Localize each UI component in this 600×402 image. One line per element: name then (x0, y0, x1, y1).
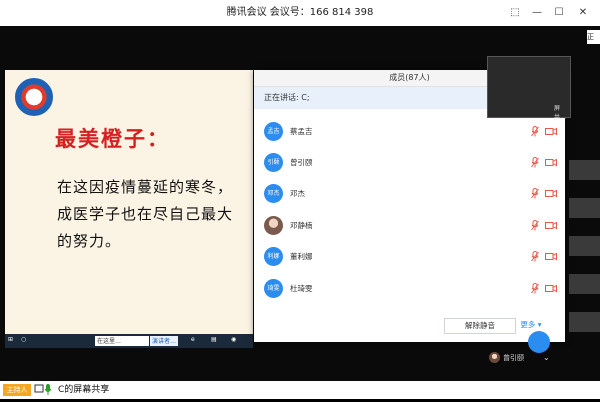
member-name: 杜琦雯 (290, 284, 313, 293)
search-icon: ○ (21, 336, 27, 343)
more-button[interactable]: 更多 ▾ (516, 318, 546, 332)
ie-icon: e (191, 336, 195, 343)
mic-muted-icon[interactable] (531, 157, 539, 168)
member-name: 董利娜 (290, 252, 313, 261)
member-photo-avatar (264, 216, 283, 235)
gallery-tile[interactable] (569, 198, 600, 218)
member-row[interactable]: 利娜 董利娜 (254, 242, 565, 272)
user-name: 曾引颐 (503, 354, 524, 362)
member-row[interactable]: 琦雯 杜琦雯 (254, 274, 565, 304)
member-avatar: 邓杰 (264, 184, 283, 203)
member-name: 邓杰 (290, 189, 305, 198)
taskbar-pill: 演讲者… (150, 336, 178, 346)
chrome-icon: ◉ (231, 336, 237, 343)
member-avatar: 引颐 (264, 153, 283, 172)
gallery-tile[interactable] (569, 274, 600, 294)
close-button[interactable]: ✕ (572, 0, 594, 26)
camera-off-icon[interactable] (545, 221, 557, 230)
member-avatar: 利娜 (264, 247, 283, 266)
pin-button[interactable]: ⬚ (504, 0, 526, 26)
restore-button[interactable]: ☐ (548, 0, 570, 26)
user-avatar (489, 352, 500, 363)
current-user-chip[interactable]: 曾引颐 ⌄ (487, 350, 587, 366)
windows-start-icon: ⊞ (8, 336, 14, 343)
minimize-button[interactable]: — (526, 0, 548, 26)
member-name: 邓静楠 (290, 221, 313, 230)
mic-muted-icon[interactable] (531, 188, 539, 199)
taskbar-search-box: 在这里… (95, 336, 149, 346)
camera-off-icon[interactable] (545, 158, 557, 167)
screen-share-status: C的屏幕共享 (58, 385, 110, 395)
camera-off-icon[interactable] (545, 127, 557, 136)
window-titlebar: 腾讯会议 会议号：166 814 398 ⬚ — ☐ ✕ (0, 0, 600, 26)
school-logo (15, 78, 53, 116)
gallery-tile[interactable] (569, 160, 600, 180)
unmute-all-button[interactable]: 解除静音 (444, 318, 516, 334)
member-row[interactable]: 孟吉 蔡孟吉 (254, 117, 565, 147)
shared-taskbar: ⊞ ○ 在这里… 演讲者… e ▤ ◉ (5, 334, 253, 348)
thumbnail-caption: 屏共… (554, 105, 567, 121)
gallery-tile[interactable] (569, 236, 600, 256)
status-bar: 主持人 C的屏幕共享 (0, 381, 600, 399)
share-tab-label[interactable]: 正 (587, 30, 600, 44)
mic-muted-icon[interactable] (531, 126, 539, 137)
gallery-tile[interactable] (569, 312, 600, 332)
member-row[interactable]: 引颐 曾引颐 (254, 148, 565, 178)
mic-muted-icon[interactable] (531, 251, 539, 262)
member-row[interactable]: 邓杰 邓杰 (254, 179, 565, 209)
now-speaking-text: 正在讲话: C; (264, 93, 310, 102)
host-badge: 主持人 (3, 384, 31, 396)
camera-off-icon[interactable] (545, 284, 557, 293)
mic-active-icon (34, 382, 54, 402)
mic-muted-icon[interactable] (531, 220, 539, 231)
mic-muted-icon[interactable] (531, 283, 539, 294)
member-row[interactable]: 邓静楠 (254, 211, 565, 241)
slide-body: 在这因疫情蔓延的寒冬，成医学子也在尽自己最大的努力。 (57, 178, 234, 250)
member-avatar: 孟吉 (264, 122, 283, 141)
video-thumbnail[interactable]: 屏共… (487, 56, 571, 121)
shared-slide: 最美橙子： 在这因疫情蔓延的寒冬，成医学子也在尽自己最大的努力。 (5, 70, 253, 335)
member-name: 曾引颐 (290, 158, 313, 167)
slide-title: 最美橙子： (55, 126, 170, 151)
share-status-icon (34, 384, 52, 395)
camera-off-icon[interactable] (545, 189, 557, 198)
chevron-down-icon[interactable]: ⌄ (543, 350, 550, 366)
folder-icon: ▤ (211, 336, 217, 343)
member-name: 蔡孟吉 (290, 127, 313, 136)
camera-off-icon[interactable] (545, 252, 557, 261)
member-avatar: 琦雯 (264, 279, 283, 298)
